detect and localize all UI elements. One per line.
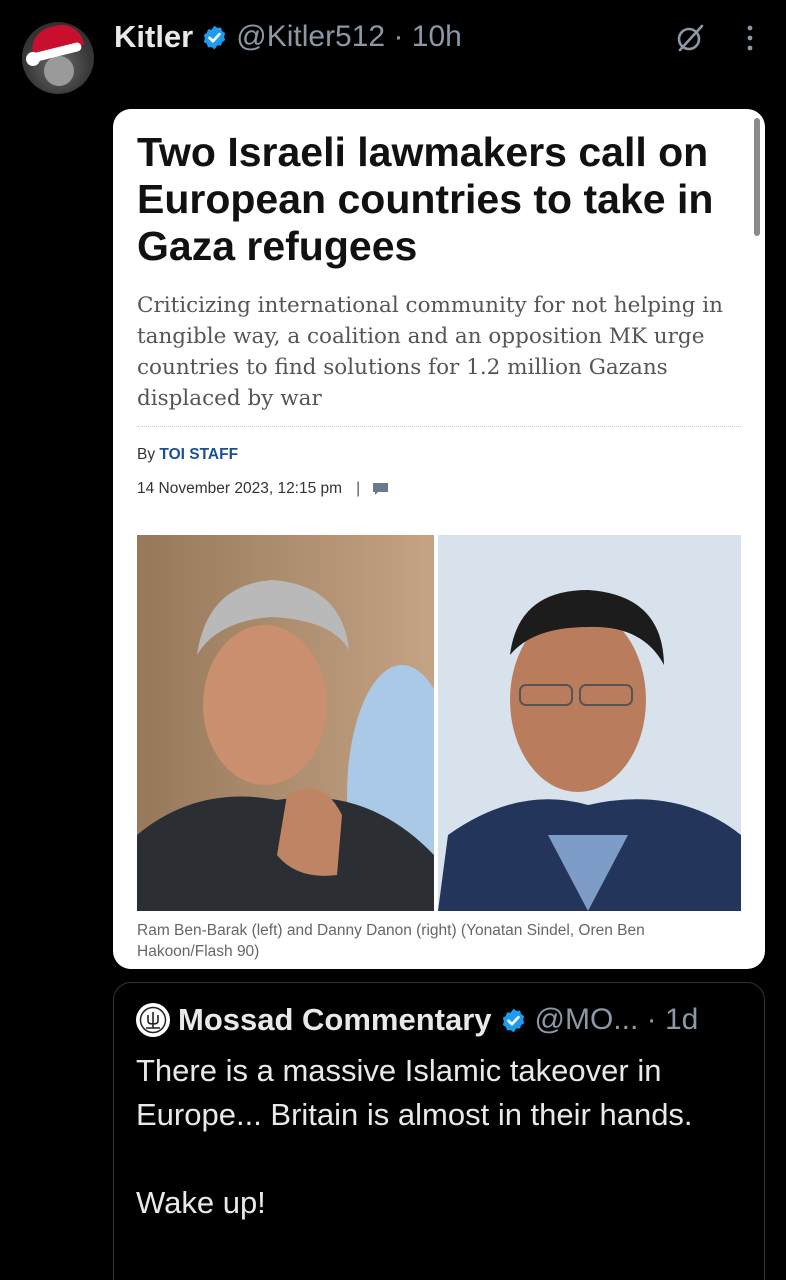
quoted-tweet-header: Mossad Commentary @MO... · 1d — [136, 1001, 698, 1039]
verified-badge-icon — [502, 1008, 524, 1032]
author-avatar[interactable] — [22, 22, 94, 94]
quoted-handle-time[interactable]: @MO... · 1d — [535, 1003, 699, 1037]
author-handle-time[interactable]: @Kitler512 · 10h — [236, 20, 462, 54]
article-headline: Two Israeli lawmakers call on European c… — [137, 129, 714, 269]
byline-label: By — [137, 446, 156, 463]
quoted-tweet[interactable]: Mossad Commentary @MO... · 1d There is a… — [113, 982, 765, 1280]
avatar-face — [44, 56, 74, 86]
article-byline: By TOI STAFF — [137, 446, 238, 464]
quoted-tweet-body: There is a massive Islamic takeover in E… — [136, 1049, 736, 1269]
author-display-name[interactable]: Kitler — [114, 19, 193, 55]
quoted-tweet-text-1: There is a massive Islamic takeover in E… — [136, 1053, 693, 1132]
photo-caption: Ram Ben-Barak (left) and Danny Danon (ri… — [137, 922, 645, 960]
tweet-header: Kitler @Kitler512 · 10h — [114, 17, 462, 57]
byline-author: TOI STAFF — [159, 446, 239, 463]
card-scrollbar[interactable] — [754, 118, 760, 236]
santa-hat-pom — [26, 52, 40, 66]
photo-ram-ben-barak — [137, 535, 434, 911]
divider — [137, 426, 741, 427]
article-dateline: 14 November 2023, 12:15 pm | — [137, 480, 389, 498]
comment-icon — [373, 483, 389, 495]
more-vertical-icon[interactable] — [740, 22, 760, 54]
mossad-emblem-icon[interactable] — [136, 1003, 170, 1037]
article-screenshot-card[interactable]: Two Israeli lawmakers call on European c… — [113, 109, 765, 969]
verified-badge-icon — [204, 25, 226, 49]
article-date: 14 November 2023, 12:15 pm — [137, 480, 343, 497]
quoted-tweet-text-2: Wake up! — [136, 1185, 266, 1220]
grok-icon[interactable] — [672, 20, 708, 56]
photo-danny-danon — [438, 535, 741, 911]
dateline-separator: | — [356, 480, 361, 497]
quoted-display-name[interactable]: Mossad Commentary — [178, 1002, 492, 1038]
article-dek: Criticizing international community for … — [137, 293, 724, 411]
